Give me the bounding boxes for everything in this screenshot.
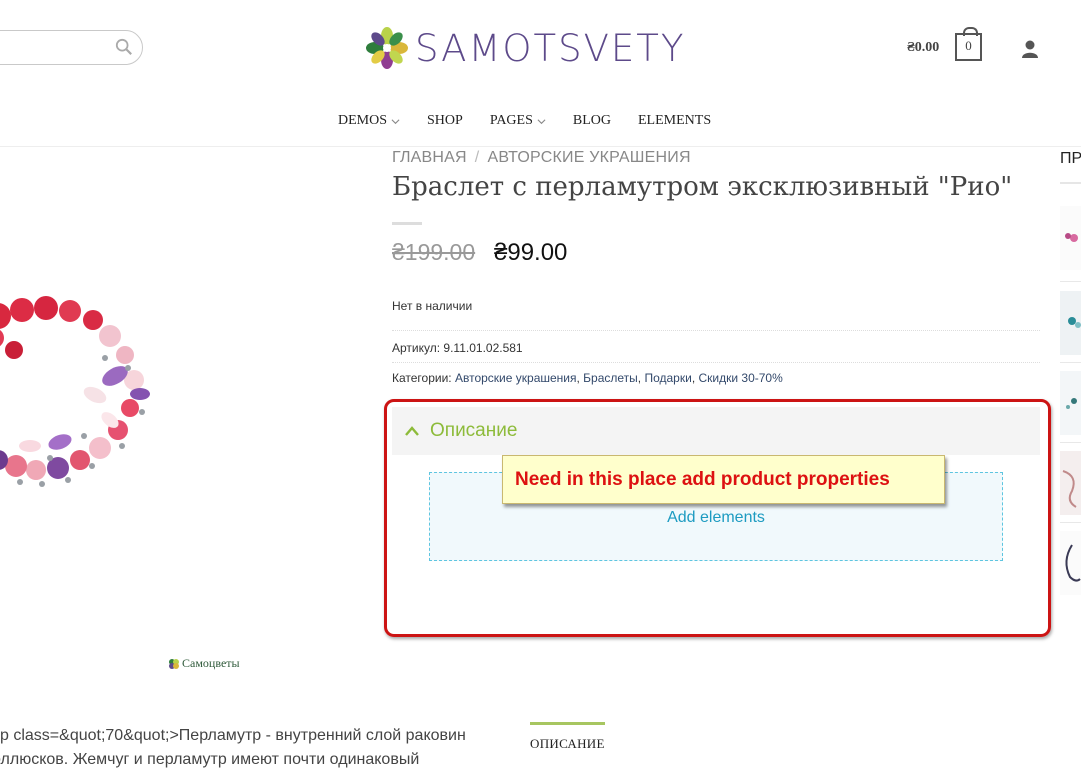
product-categories: Категории: Авторские украшения, Браслеты… (392, 371, 783, 385)
sidebar-divider (1060, 281, 1081, 282)
sidebar-heading: ПР (1060, 150, 1081, 167)
nav-item-blog[interactable]: BLOG (573, 113, 611, 129)
sidebar-product-thumb[interactable] (1060, 206, 1081, 270)
logo-flower-icon (366, 27, 408, 69)
breadcrumb-home[interactable]: ГЛАВНАЯ (392, 149, 467, 166)
add-elements-label: Add elements (667, 508, 765, 526)
search-icon[interactable] (115, 38, 133, 56)
description-text: p class=&quot;70&quot;>Перламутр - внутр… (0, 724, 500, 772)
product-sku: Артикул: 9.11.01.02.581 (392, 341, 523, 355)
breadcrumb-category[interactable]: АВТОРСКИЕ УКРАШЕНИЯ (487, 149, 690, 166)
sku-value: 9.11.01.02.581 (443, 341, 523, 355)
annotation-callout: Need in this place add product propertie… (502, 455, 945, 504)
chevron-down-icon (537, 118, 546, 124)
nav-item-label: ELEMENTS (638, 113, 712, 128)
price-old: ₴199.00 (392, 239, 476, 265)
breadcrumb: ГЛАВНАЯ / АВТОРСКИЕ УКРАШЕНИЯ (392, 149, 691, 167)
logo-flower-icon (169, 658, 179, 669)
nav-item-label: PAGES (489, 113, 533, 128)
bracelet-photo (0, 296, 150, 487)
sidebar-product-thumb[interactable] (1060, 291, 1081, 355)
search-input[interactable] (0, 30, 143, 65)
image-watermark: Самоцветы (168, 656, 240, 671)
sidebar-heading-rule (1060, 182, 1081, 184)
cart-count-badge[interactable]: 0 (955, 27, 982, 61)
category-link[interactable]: Подарки (644, 371, 691, 385)
sidebar-product-thumb[interactable] (1060, 371, 1081, 435)
chevron-up-icon (405, 426, 419, 436)
nav-item-shop[interactable]: SHOP (427, 113, 463, 129)
category-link[interactable]: Скидки 30-70% (698, 371, 782, 385)
category-link[interactable]: Браслеты (583, 371, 638, 385)
product-image[interactable] (0, 150, 370, 690)
title-divider (392, 222, 422, 225)
user-icon[interactable] (1020, 39, 1040, 59)
accordion-title: Описание (430, 420, 518, 441)
description-line: p class=&quot;70&quot;>Перламутр - внутр… (0, 727, 466, 744)
tab-active-indicator (530, 722, 605, 725)
sidebar-product-thumb[interactable] (1060, 531, 1081, 595)
description-line: оллюсков. Жемчуг и перламутр имеют почти… (0, 751, 420, 768)
accordion-description-toggle[interactable]: Описание (392, 407, 1040, 455)
nav-item-label: DEMOS (338, 113, 388, 128)
stock-status: Нет в наличии (392, 299, 473, 313)
annotation-callout-text: Need in this place add product propertie… (515, 468, 890, 490)
nav-item-demos[interactable]: DEMOS (338, 113, 400, 129)
thumb-image (1060, 371, 1081, 435)
main-nav: DEMOS SHOP PAGES BLOG ELEMENTS (338, 113, 738, 129)
price-new: ₴99.00 (494, 239, 568, 266)
categories-label: Категории: (392, 371, 452, 385)
breadcrumb-separator: / (474, 149, 480, 166)
sidebar-divider (1060, 442, 1081, 443)
tab-description[interactable]: ОПИСАНИЕ (530, 736, 605, 752)
sidebar-product-thumb[interactable] (1060, 451, 1081, 515)
chevron-down-icon (391, 118, 400, 124)
sidebar-divider (1060, 522, 1081, 523)
cart-total[interactable]: ₴0.00 (907, 40, 939, 56)
header-divider (0, 146, 1081, 147)
thumb-image (1060, 451, 1081, 515)
logo-text: SAMOTSVETY (415, 26, 686, 70)
watermark-text: Самоцветы (182, 656, 240, 670)
thumb-image (1065, 233, 1078, 242)
nav-item-elements[interactable]: ELEMENTS (638, 113, 711, 129)
nav-item-label: SHOP (427, 113, 463, 128)
nav-item-label: BLOG (572, 113, 611, 128)
thumb-image (1065, 544, 1081, 582)
meta-divider (392, 362, 1040, 363)
category-link[interactable]: Авторские украшения (455, 371, 577, 385)
meta-divider (392, 330, 1040, 331)
nav-item-pages[interactable]: PAGES (490, 113, 546, 129)
thumb-image (1060, 291, 1081, 355)
sku-label: Артикул: (392, 341, 441, 355)
site-logo[interactable]: SAMOTSVETY (365, 26, 686, 70)
product-title: Браслет с перламутром эксклюзивный "Рио" (392, 172, 1013, 202)
sidebar-divider (1060, 362, 1081, 363)
